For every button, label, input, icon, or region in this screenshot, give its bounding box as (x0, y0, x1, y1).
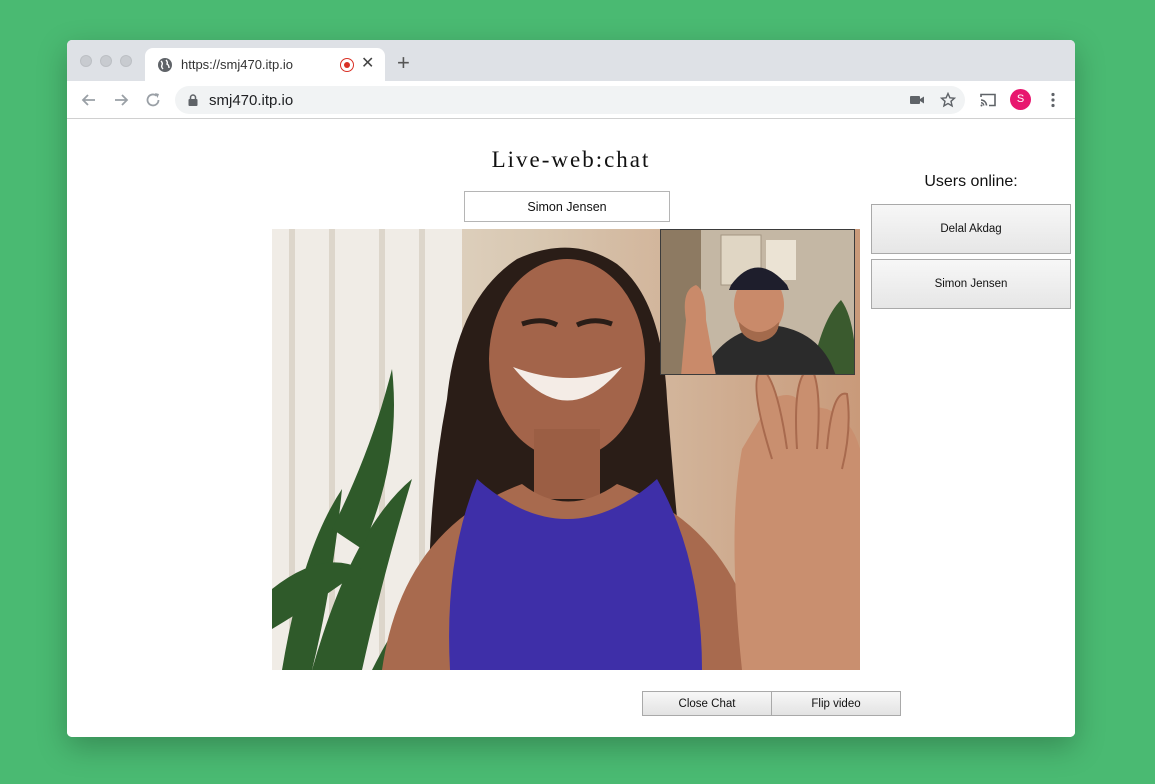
camera-icon[interactable] (909, 92, 925, 108)
url-text: smj470.itp.io (209, 92, 294, 109)
browser-tab[interactable]: https://smj470.itp.io ✕ (145, 48, 385, 81)
back-button[interactable] (79, 90, 99, 110)
flip-video-button[interactable]: Flip video (771, 691, 901, 716)
tab-close-button[interactable]: ✕ (361, 55, 374, 73)
browser-toolbar: smj470.itp.io S (67, 81, 1075, 119)
tab-title: https://smj470.itp.io (181, 57, 293, 72)
cast-icon[interactable] (978, 90, 998, 110)
reload-button[interactable] (143, 90, 163, 110)
users-online-heading: Users online: (924, 173, 1018, 190)
forward-button[interactable] (111, 90, 131, 110)
close-chat-button[interactable]: Close Chat (642, 691, 772, 716)
page-title: Live-web:chat (491, 147, 651, 172)
window-minimize-button[interactable] (100, 55, 112, 67)
local-video (660, 229, 855, 375)
user-button[interactable]: Delal Akdag (871, 204, 1071, 254)
globe-icon (158, 58, 172, 72)
user-button[interactable]: Simon Jensen (871, 259, 1071, 309)
bookmark-star-icon[interactable] (940, 92, 956, 108)
window-maximize-button[interactable] (120, 55, 132, 67)
new-tab-button[interactable]: + (397, 52, 410, 74)
more-menu-icon[interactable] (1043, 90, 1063, 110)
username-field[interactable] (464, 191, 670, 222)
lock-icon (188, 94, 198, 106)
browser-window: https://smj470.itp.io ✕ + smj470.itp.io (67, 40, 1075, 737)
window-close-button[interactable] (80, 55, 92, 67)
page-content: Live-web:chat Simon Jensen Users online:… (67, 119, 1075, 737)
local-video-frame (661, 230, 854, 374)
profile-avatar[interactable]: S (1010, 89, 1031, 110)
tab-strip: https://smj470.itp.io ✕ + (67, 40, 1075, 81)
address-bar[interactable]: smj470.itp.io (175, 86, 965, 114)
recording-icon (340, 58, 354, 72)
